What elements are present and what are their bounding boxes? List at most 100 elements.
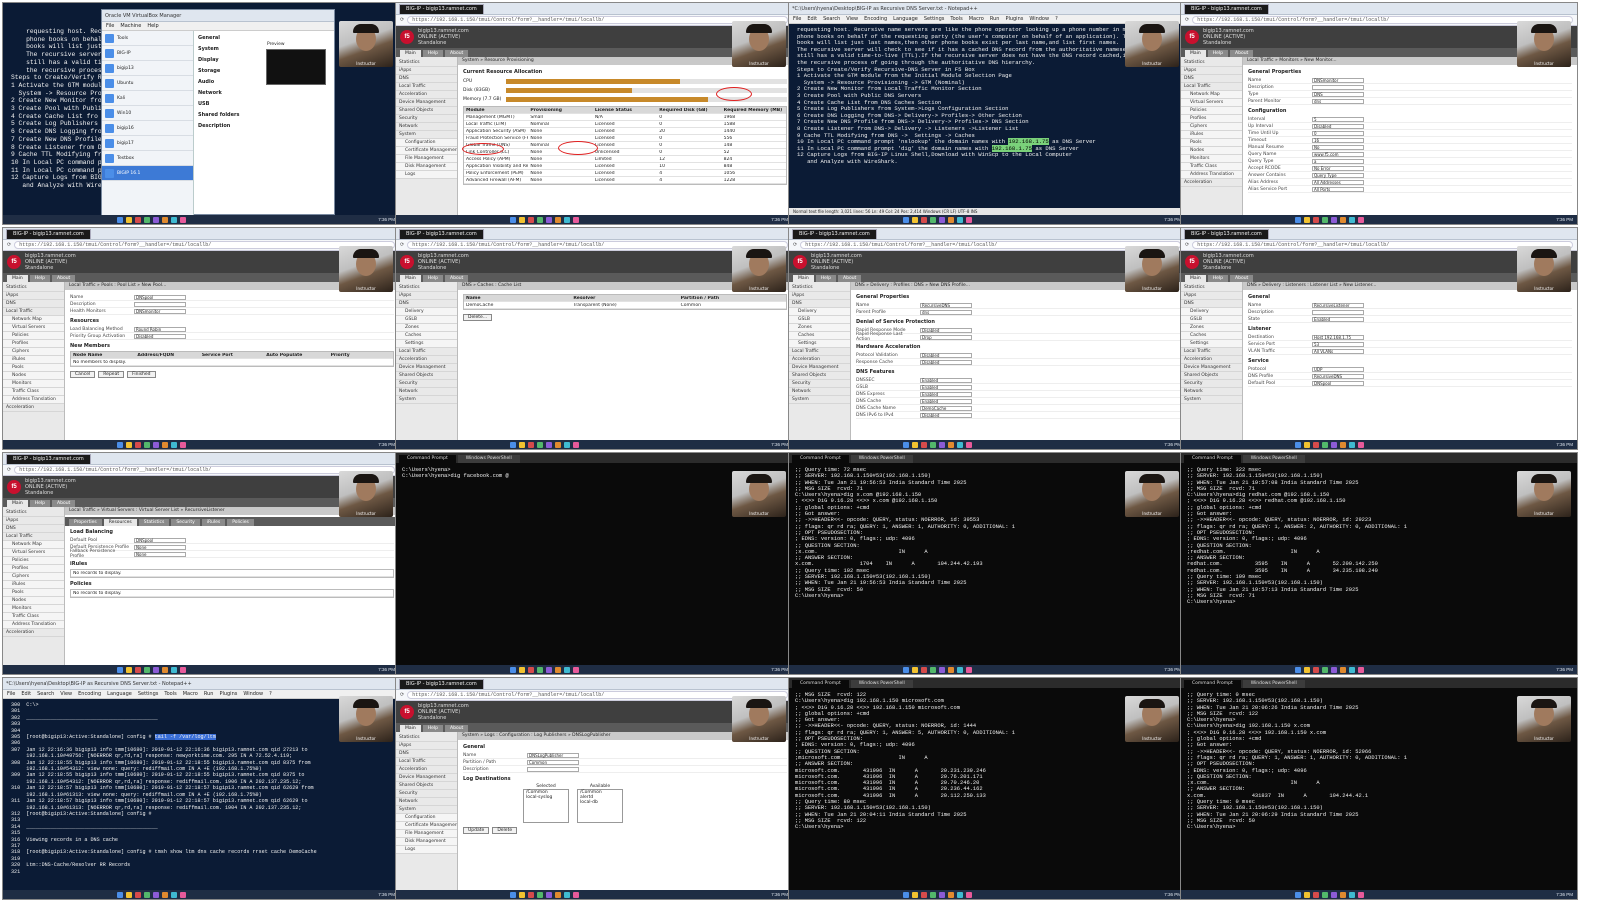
menu-item[interactable]: File	[793, 16, 801, 22]
sidebar-item[interactable]: Zones	[396, 324, 457, 332]
taskbar-app-icon[interactable]	[564, 666, 570, 673]
sidebar-item[interactable]: Acceleration	[1181, 356, 1242, 364]
table-cell[interactable]: None	[528, 164, 592, 169]
sidebar-item[interactable]: Acceleration	[3, 404, 64, 412]
taskbar-app-icon[interactable]	[528, 216, 534, 223]
taskbar-app-icon[interactable]	[555, 891, 561, 898]
reload-icon[interactable]: ⟳	[400, 692, 404, 698]
terminal-tab[interactable]: Windows PowerShell	[1242, 455, 1305, 463]
menu-item[interactable]: File	[7, 691, 15, 697]
details-section[interactable]: Description	[198, 123, 330, 129]
sidebar-item[interactable]: Address Translation	[3, 396, 64, 404]
field-input[interactable]: 5	[1312, 116, 1364, 122]
sidebar-item[interactable]: Device Management	[396, 364, 457, 372]
browser-tab[interactable]: BIG-IP - bigip13.ramnet.com	[1184, 3, 1269, 14]
sidebar-item[interactable]: DNS	[396, 75, 457, 83]
sidebar-item[interactable]: iApps	[396, 67, 457, 75]
sidebar-item[interactable]: Profiles	[3, 565, 64, 573]
tab-main[interactable]: Main	[1185, 50, 1206, 57]
menu-item[interactable]: Language	[107, 691, 132, 697]
sidebar-item[interactable]: System	[1181, 396, 1242, 404]
taskbar-app-icon[interactable]	[510, 666, 516, 673]
taskbar-app-icon[interactable]	[1313, 891, 1319, 898]
url-field[interactable]: https://192.168.1.150/tmui/Control/form?…	[800, 241, 1181, 249]
field-input[interactable]: Drop	[920, 334, 972, 340]
sidebar-item[interactable]: Caches	[1181, 332, 1242, 340]
field-input[interactable]: DemoCache	[920, 405, 972, 411]
reload-icon[interactable]: ⟳	[400, 242, 404, 248]
sidebar-item[interactable]: Statistics	[396, 734, 457, 742]
sidebar-item[interactable]: Statistics	[1181, 284, 1242, 292]
sidebar-item[interactable]: Network	[1181, 388, 1242, 396]
sidebar-item[interactable]: Caches	[789, 332, 850, 340]
sidebar-item[interactable]: iApps	[396, 292, 457, 300]
vm-list-item[interactable]: Testbox	[102, 151, 193, 166]
menu-item[interactable]: Macro	[969, 16, 984, 22]
sidebar-item[interactable]: DNS	[3, 300, 64, 308]
sidebar-item[interactable]: File Management	[396, 830, 457, 838]
taskbar-app-icon[interactable]	[1331, 891, 1337, 898]
repeat-button[interactable]: Repeat	[98, 371, 125, 378]
sidebar-item[interactable]: Logs	[396, 846, 457, 854]
menu-item[interactable]: Language	[893, 16, 918, 22]
details-section[interactable]: USB	[198, 101, 330, 107]
field-input[interactable]: Disabled	[920, 327, 972, 333]
reload-icon[interactable]: ⟳	[7, 467, 11, 473]
taskbar-app-icon[interactable]	[939, 891, 945, 898]
taskbar-app-icon[interactable]	[1349, 216, 1355, 223]
sidebar-item[interactable]: Settings	[789, 340, 850, 348]
taskbar-app-icon[interactable]	[171, 441, 177, 448]
field-input[interactable]: Host 192.168.1.75	[1312, 334, 1364, 340]
taskbar-app-icon[interactable]	[519, 216, 525, 223]
menu-item[interactable]: Tools	[164, 691, 176, 697]
table-cell[interactable]: None	[528, 136, 592, 141]
field-input[interactable]: DNS	[1312, 91, 1364, 97]
sidebar-item[interactable]: Zones	[789, 324, 850, 332]
sidebar-item[interactable]: Statistics	[3, 284, 64, 292]
sidebar-item[interactable]: Statistics	[3, 509, 64, 517]
sidebar-item[interactable]: Statistics	[789, 284, 850, 292]
taskbar-app-icon[interactable]	[573, 891, 579, 898]
taskbar-app-icon[interactable]	[117, 216, 123, 223]
tab-about[interactable]: About	[445, 725, 469, 732]
sidebar-item[interactable]: GSLB	[789, 316, 850, 324]
taskbar-app-icon[interactable]	[948, 441, 954, 448]
taskbar-app-icon[interactable]	[921, 666, 927, 673]
taskbar-app-icon[interactable]	[1304, 666, 1310, 673]
sidebar-item[interactable]: iApps	[1181, 67, 1242, 75]
menu-item[interactable]: ?	[1055, 16, 1058, 22]
field-input[interactable]: DNSpool	[134, 294, 186, 300]
update-button[interactable]: Update	[463, 827, 490, 834]
field-input[interactable]: No Error	[1312, 165, 1364, 171]
taskbar-app-icon[interactable]	[528, 666, 534, 673]
field-input[interactable]: dns	[920, 309, 972, 315]
sidebar-item[interactable]: Pools	[3, 589, 64, 597]
taskbar-app-icon[interactable]	[519, 891, 525, 898]
sidebar-item[interactable]: Profiles	[1181, 115, 1242, 123]
vm-list-item[interactable]: bigip16	[102, 121, 193, 136]
field-input[interactable]: Enabled	[920, 398, 972, 404]
taskbar-app-icon[interactable]	[921, 216, 927, 223]
taskbar-app-icon[interactable]	[126, 441, 132, 448]
taskbar-app-icon[interactable]	[1313, 216, 1319, 223]
field-input[interactable]: Enabled	[920, 377, 972, 383]
tab-about[interactable]: About	[1230, 50, 1254, 57]
sidebar-item[interactable]: Virtual Servers	[3, 549, 64, 557]
field-input[interactable]: Disabled	[134, 333, 186, 339]
sidebar-item[interactable]: iRules	[1181, 131, 1242, 139]
sidebar-item[interactable]: Security	[396, 380, 457, 388]
menu-item[interactable]: Search	[37, 691, 54, 697]
sidebar-item[interactable]: DNS	[1181, 300, 1242, 308]
field-input[interactable]: Round Robin	[134, 326, 186, 332]
sidebar-item[interactable]: Acceleration	[1181, 179, 1242, 187]
sidebar-item[interactable]: Delivery	[396, 308, 457, 316]
taskbar-app-icon[interactable]	[546, 666, 552, 673]
sidebar-item[interactable]: Local Traffic	[3, 308, 64, 316]
sidebar-item[interactable]: GSLB	[396, 316, 457, 324]
taskbar-app-icon[interactable]	[135, 216, 141, 223]
sidebar-item[interactable]: Security	[1181, 380, 1242, 388]
taskbar-app-icon[interactable]	[1331, 441, 1337, 448]
reload-icon[interactable]: ⟳	[1185, 17, 1189, 23]
sidebar-item[interactable]: Nodes	[3, 372, 64, 380]
sidebar-item[interactable]: Disk Management	[396, 838, 457, 846]
